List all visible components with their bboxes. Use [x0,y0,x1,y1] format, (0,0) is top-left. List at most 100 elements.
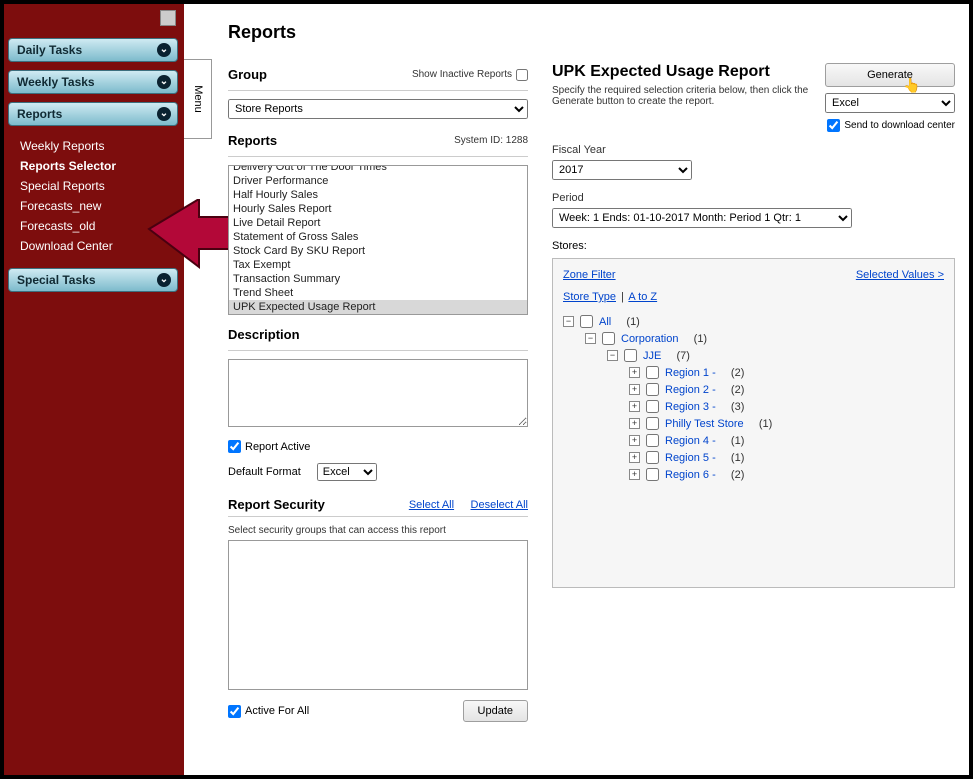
report-active-checkbox[interactable] [228,440,241,453]
deselect-all-link[interactable]: Deselect All [471,499,528,511]
output-format-select[interactable]: Excel [825,93,955,113]
tree-checkbox[interactable] [624,349,637,362]
list-item[interactable]: Transaction Summary [229,272,527,286]
zone-filter-link[interactable]: Zone Filter [563,269,616,281]
menu-tab-label: Menu [192,85,204,113]
tree-toggle-icon[interactable]: − [585,333,596,344]
tree-node-label[interactable]: All [599,316,611,328]
tree-toggle-icon[interactable]: + [629,384,640,395]
nav-special-tasks[interactable]: Special Tasks ⌄ [8,268,178,292]
chevron-down-icon: ⌄ [157,43,171,57]
tree-toggle-icon[interactable]: + [629,469,640,480]
tree-node-label[interactable]: Region 3 - [665,401,716,413]
tree-toggle-icon[interactable]: + [629,452,640,463]
tree-checkbox[interactable] [646,451,659,464]
send-download-label: Send to download center [844,120,955,131]
nav-reports[interactable]: Reports ⌄ [8,102,178,126]
reports-heading: Reports [228,133,277,148]
tree-node-label[interactable]: Corporation [621,333,678,345]
list-item[interactable]: Delivery Out of The Door Times [229,165,527,174]
tree-toggle-icon[interactable]: + [629,435,640,446]
selected-values-link[interactable]: Selected Values > [856,269,944,281]
tree-toggle-icon[interactable]: + [629,401,640,412]
security-groups-listbox[interactable] [228,540,528,690]
tree-node-label[interactable]: Region 5 - [665,452,716,464]
tree-checkbox[interactable] [646,366,659,379]
fiscal-year-select[interactable]: 2017 [552,160,692,180]
tree-row: +Philly Test Store (1) [563,415,944,432]
atoz-link[interactable]: A to Z [628,291,657,303]
tree-row: + Region 1 - (2) [563,364,944,381]
chevron-down-icon: ⌄ [157,75,171,89]
group-select[interactable]: Store Reports [228,99,528,119]
tree-node-label[interactable]: Region 2 - [665,384,716,396]
tree-checkbox[interactable] [646,468,659,481]
reports-listbox[interactable]: Credit Card by TypeDaily Dashboard - New… [228,165,528,315]
content-area: Reports Group Show Inactive Reports Stor… [214,4,969,775]
tree-toggle-icon[interactable]: + [629,367,640,378]
tree-node-count: (2) [722,384,745,396]
update-button[interactable]: Update [463,700,528,722]
tree-checkbox[interactable] [580,315,593,328]
subnav-reports-selector[interactable]: Reports Selector [16,156,184,176]
list-item[interactable]: Trend Sheet [229,286,527,300]
nav-label: Reports [17,107,62,121]
tree-row: +Region 6 - (2) [563,466,944,483]
tree-checkbox[interactable] [602,332,615,345]
menu-flyout-tab[interactable]: Menu [184,59,212,139]
nav-weekly-tasks[interactable]: Weekly Tasks ⌄ [8,70,178,94]
subnav-weekly-reports[interactable]: Weekly Reports [16,136,184,156]
tree-node-count: (3) [722,401,745,413]
list-item[interactable]: Stock Card By SKU Report [229,244,527,258]
reports-submenu: Weekly Reports Reports Selector Special … [4,134,184,264]
nav-label: Daily Tasks [17,43,82,57]
subnav-download-center[interactable]: Download Center [16,236,184,256]
subnav-forecasts-new[interactable]: Forecasts_new [16,196,184,216]
divider [228,90,528,91]
tree-node-label[interactable]: Region 1 - [665,367,716,379]
tree-toggle-icon[interactable]: − [563,316,574,327]
nav-daily-tasks[interactable]: Daily Tasks ⌄ [8,38,178,62]
generate-button[interactable]: Generate [825,63,955,87]
subnav-special-reports[interactable]: Special Reports [16,176,184,196]
list-item[interactable]: Hourly Sales Report [229,202,527,216]
default-format-label: Default Format [228,466,301,478]
tree-node-label[interactable]: Region 4 - [665,435,716,447]
chevron-down-icon: ⌄ [157,273,171,287]
list-item[interactable]: UPK Expected Usage Report [229,300,527,314]
period-select[interactable]: Week: 1 Ends: 01-10-2017 Month: Period 1… [552,208,852,228]
tree-checkbox[interactable] [646,434,659,447]
list-item[interactable]: Tax Exempt [229,258,527,272]
send-download-checkbox[interactable] [827,119,840,132]
show-inactive-checkbox[interactable] [516,69,528,81]
subnav-forecasts-old[interactable]: Forecasts_old [16,216,184,236]
default-format-select[interactable]: Excel [317,463,377,481]
tree-node-label[interactable]: Philly Test Store [665,418,744,430]
tree-checkbox[interactable] [646,417,659,430]
tree-node-label[interactable]: JJE [643,350,661,362]
tree-row: + Region 3 - (3) [563,398,944,415]
tree-toggle-icon[interactable]: − [607,350,618,361]
list-item[interactable]: Statement of Gross Sales [229,230,527,244]
page-title: Reports [228,22,955,43]
tree-node-count: (2) [722,367,745,379]
store-type-link[interactable]: Store Type [563,291,616,303]
tree-toggle-icon[interactable]: + [629,418,640,429]
description-textarea[interactable] [228,359,528,427]
tree-checkbox[interactable] [646,400,659,413]
separator: | [621,291,624,303]
active-for-all-checkbox[interactable] [228,705,241,718]
tree-node-label[interactable]: Region 6 - [665,469,716,481]
tree-checkbox[interactable] [646,383,659,396]
list-item[interactable]: Half Hourly Sales [229,188,527,202]
report-run-panel: UPK Expected Usage Report Specify the re… [552,63,955,588]
nav-label: Weekly Tasks [17,75,95,89]
list-item[interactable]: Driver Performance [229,174,527,188]
select-all-link[interactable]: Select All [409,499,454,511]
tree-row: −All (1) [563,313,944,330]
tree-row: +Region 4 - (1) [563,432,944,449]
list-item[interactable]: Live Detail Report [229,216,527,230]
tree-node-count: (7) [667,350,690,362]
report-instructions: Specify the required selection criteria … [552,85,811,107]
collapse-icon[interactable] [160,10,176,26]
